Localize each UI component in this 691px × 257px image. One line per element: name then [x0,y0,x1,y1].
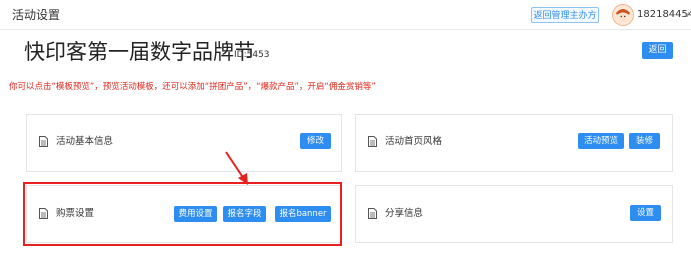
card-label: 分享信息 [385,208,424,219]
back-to-manager-button[interactable]: 返回管理主办方 [531,7,599,23]
document-icon [368,208,377,219]
preview-button[interactable]: 活动预览 [578,133,624,149]
avatar[interactable] [612,4,634,26]
card-share-info: 分享信息 设置 [355,185,673,243]
card-label: 活动首页风格 [385,136,443,147]
card-basic-info: 活动基本信息 修改 [26,114,342,172]
hint-text: 你可以点击“模板预览”，预览活动模板，还可以添加“拼团产品”，“爆款产品”，开启… [9,82,376,92]
highlight-box [23,182,342,246]
back-button[interactable]: 返回 [642,42,673,59]
document-icon [368,136,377,147]
arrow-annotation-icon [225,151,248,185]
document-icon [39,136,48,147]
card-home-style: 活动首页风格 活动预览 装修 [355,114,673,172]
app-title: 活动设置 [12,8,61,22]
page-title: 快印客第一届数字品牌节 [24,40,255,64]
event-id: ID:5453 [234,50,270,60]
main-panel: 快印客第一届数字品牌节 ID:5453 返回 你可以点击“模板预览”，预览活动模… [0,30,691,257]
username[interactable]: 18218445443 [637,9,691,21]
chevron-down-icon[interactable]: ∨ [684,9,690,21]
edit-button[interactable]: 修改 [300,133,331,149]
card-label: 活动基本信息 [56,136,114,147]
decorate-button[interactable]: 装修 [629,133,660,149]
top-bar: 活动设置 返回管理主办方 18218445443 ∨ [0,0,691,30]
settings-button[interactable]: 设置 [630,205,661,221]
